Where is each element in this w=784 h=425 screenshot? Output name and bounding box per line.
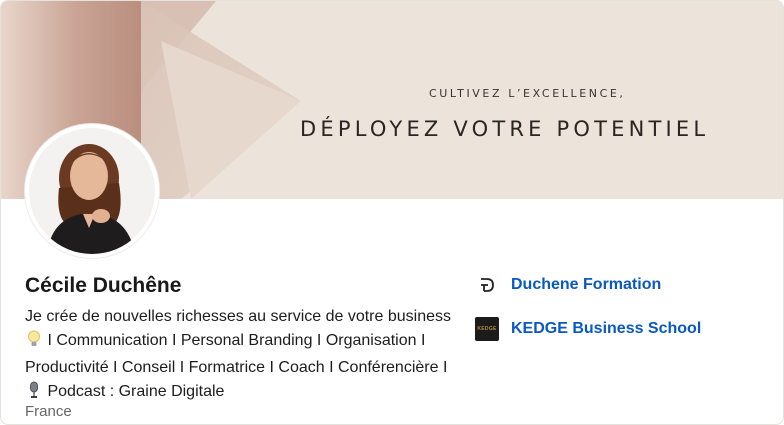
lightbulb-icon [27, 330, 41, 356]
profile-location: France [25, 403, 72, 420]
banner-tagline: CULTIVEZ L’EXCELLENCE, [429, 87, 626, 100]
profile-name: Cécile Duchêne [25, 274, 182, 297]
org-label: Duchene Formation [511, 276, 662, 293]
profile-card: CULTIVEZ L’EXCELLENCE, DÉPLOYEZ VOTRE PO… [0, 0, 784, 425]
avatar[interactable] [25, 124, 159, 258]
duchene-formation-logo-icon [475, 273, 499, 297]
headline-part-3: Podcast : Graine Digitale [47, 383, 225, 400]
headline-part-2: I Communication I Personal Branding I Or… [25, 332, 448, 376]
org-kedge-business-school[interactable]: KEDGE KEDGE Business School [475, 317, 701, 341]
profile-headline: Je crée de nouvelles richesses au servic… [25, 305, 455, 407]
org-label: KEDGE Business School [511, 320, 702, 337]
banner-headline: DÉPLOYEZ VOTRE POTENTIEL [300, 117, 710, 141]
profile-photo [29, 128, 155, 254]
org-duchene-formation[interactable]: Duchene Formation [475, 273, 661, 297]
kedge-logo-icon: KEDGE [475, 317, 499, 341]
headline-part-1: Je crée de nouvelles richesses au servic… [25, 308, 451, 325]
